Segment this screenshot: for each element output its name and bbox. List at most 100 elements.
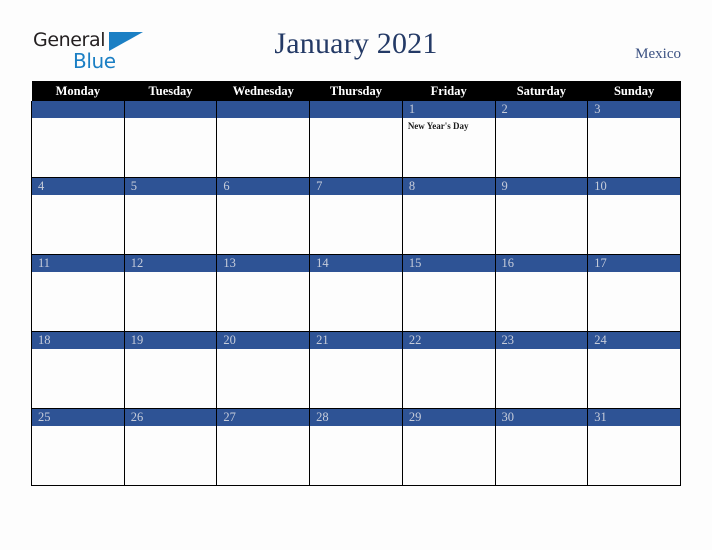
day-cell-inner: 24: [588, 332, 680, 408]
calendar-day-cell[interactable]: 10: [587, 177, 681, 255]
day-cell-inner: 19: [124, 332, 217, 408]
day-number: 20: [217, 332, 310, 349]
weekday-header-sunday: Sunday: [587, 81, 681, 101]
page-title: January 2021: [274, 27, 438, 60]
day-cell-inner: 7: [310, 178, 402, 254]
calendar-day-cell[interactable]: 5: [123, 177, 218, 255]
calendar-week-row: 25 26 27 28 29 30 31: [31, 408, 681, 486]
weekday-header-saturday: Saturday: [495, 81, 588, 101]
weekday-header-monday: Monday: [31, 81, 125, 101]
calendar-day-cell[interactable]: 19: [123, 331, 218, 409]
day-events: [32, 118, 124, 121]
day-events: [496, 426, 588, 429]
calendar-day-cell[interactable]: 26: [123, 408, 218, 486]
calendar-day-cell[interactable]: 1 New Year's Day: [401, 101, 496, 178]
day-number: 6: [217, 178, 310, 195]
calendar-day-cell[interactable]: 31: [587, 408, 681, 486]
calendar-week-row: 4 5 6 7 8 9 10: [31, 177, 681, 255]
calendar-day-cell[interactable]: 21: [309, 331, 403, 409]
calendar-day-cell[interactable]: 9: [494, 177, 589, 255]
calendar-day-cell[interactable]: 28: [309, 408, 403, 486]
day-cell-inner: 25: [32, 409, 124, 485]
country-label: Mexico: [635, 46, 681, 62]
calendar-day-cell[interactable]: 22: [401, 331, 496, 409]
calendar-week-row: 18 19 20 21 22 23 24: [31, 331, 681, 409]
calendar-day-cell[interactable]: 15: [401, 254, 496, 332]
calendar-day-cell[interactable]: 14: [309, 254, 403, 332]
day-events: [310, 118, 402, 121]
day-number: 28: [310, 409, 402, 426]
day-cell-inner: 20: [217, 332, 310, 408]
calendar-day-cell[interactable]: 16: [494, 254, 589, 332]
weekday-header-thursday: Thursday: [309, 81, 403, 101]
day-number: 30: [495, 409, 588, 426]
day-cell-inner: 2: [495, 101, 588, 177]
day-events: [32, 272, 124, 275]
day-events: [496, 272, 588, 275]
day-cell-inner: 18: [32, 332, 124, 408]
day-cell-inner: [310, 101, 402, 177]
calendar-day-cell[interactable]: 23: [494, 331, 589, 409]
day-cell-inner: 23: [495, 332, 588, 408]
day-cell-inner: 27: [217, 409, 310, 485]
day-events: [125, 272, 217, 275]
calendar-body: 1 New Year's Day 2 3 4 5 6 7 8 9 10 11 12 13 14 15 16 17 1…: [31, 101, 681, 486]
day-cell-inner: 13: [217, 255, 310, 331]
calendar-day-cell[interactable]: 13: [216, 254, 311, 332]
day-events: [588, 272, 680, 275]
calendar-day-cell[interactable]: 3: [587, 101, 681, 178]
day-number: 10: [588, 178, 680, 195]
calendar-day-cell[interactable]: 4: [31, 177, 125, 255]
calendar-week-row: 1 New Year's Day 2 3: [31, 101, 681, 178]
calendar-day-cell[interactable]: 11: [31, 254, 125, 332]
day-number: [310, 101, 402, 118]
calendar-day-cell[interactable]: 29: [401, 408, 496, 486]
calendar-day-cell[interactable]: 12: [123, 254, 218, 332]
calendar-day-cell[interactable]: 27: [216, 408, 311, 486]
day-events: [496, 195, 588, 198]
day-cell-inner: 12: [124, 255, 217, 331]
day-events: [588, 195, 680, 198]
day-events: [403, 195, 495, 198]
day-number: [124, 101, 217, 118]
calendar-day-cell[interactable]: 20: [216, 331, 311, 409]
day-number: 4: [32, 178, 124, 195]
calendar-day-cell[interactable]: [216, 101, 311, 178]
calendar-day-cell[interactable]: 8: [401, 177, 496, 255]
day-cell-inner: 1 New Year's Day: [402, 101, 495, 177]
day-number: 19: [124, 332, 217, 349]
day-number: 11: [32, 255, 124, 272]
day-number: 18: [32, 332, 124, 349]
calendar-day-cell[interactable]: [123, 101, 218, 178]
weekday-header-wednesday: Wednesday: [216, 81, 310, 101]
day-number: [32, 101, 124, 118]
day-events: [403, 426, 495, 429]
day-events: [588, 349, 680, 352]
calendar-day-cell[interactable]: 17: [587, 254, 681, 332]
calendar-day-cell[interactable]: 7: [309, 177, 403, 255]
day-events: [403, 272, 495, 275]
day-number: 1: [402, 101, 495, 118]
calendar-day-cell[interactable]: 2: [494, 101, 589, 178]
day-cell-inner: 21: [310, 332, 402, 408]
day-number: 23: [495, 332, 588, 349]
day-cell-inner: [217, 101, 310, 177]
day-cell-inner: 30: [495, 409, 588, 485]
calendar-day-cell[interactable]: 25: [31, 408, 125, 486]
day-cell-inner: 10: [588, 178, 680, 254]
day-cell-inner: 4: [32, 178, 124, 254]
weekday-header-tuesday: Tuesday: [124, 81, 217, 101]
day-events: [32, 426, 124, 429]
calendar-day-cell[interactable]: 18: [31, 331, 125, 409]
calendar-day-cell[interactable]: [31, 101, 125, 178]
calendar-day-cell[interactable]: 6: [216, 177, 311, 255]
calendar-day-cell[interactable]: [309, 101, 403, 178]
calendar-day-cell[interactable]: 30: [494, 408, 589, 486]
calendar-day-cell[interactable]: 24: [587, 331, 681, 409]
day-cell-inner: 29: [402, 409, 495, 485]
day-cell-inner: 6: [217, 178, 310, 254]
day-events: [496, 118, 588, 121]
day-number: 7: [310, 178, 402, 195]
day-events: [217, 426, 309, 429]
calendar-page: General Blue January 2021 Mexico Monday …: [0, 0, 712, 550]
